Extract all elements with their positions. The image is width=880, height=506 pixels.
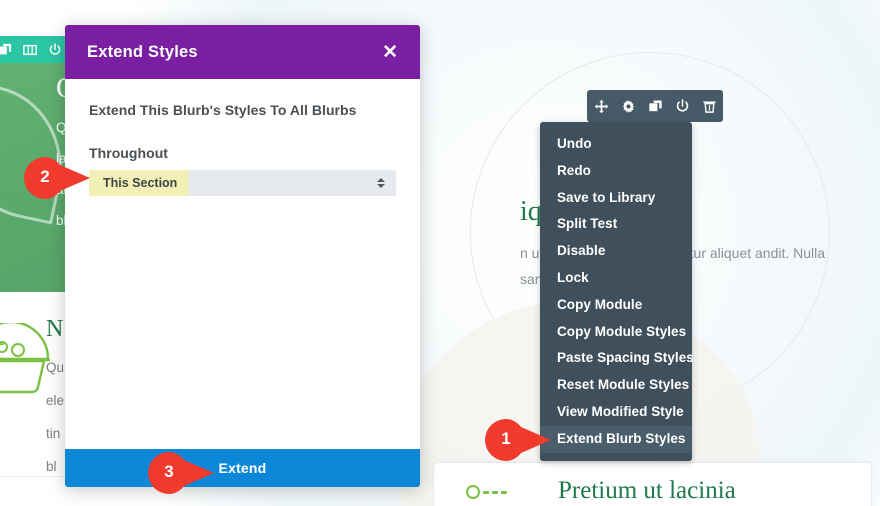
menu-item-extend-blurb-styles[interactable]: Extend Blurb Styles (540, 426, 692, 453)
screenshot-stage: Qu Qui lac amc blan (0, 0, 880, 506)
power-icon[interactable] (48, 43, 62, 57)
menu-item-save-to-library[interactable]: Save to Library (540, 185, 692, 212)
gear-icon[interactable] (621, 99, 636, 114)
trash-icon[interactable] (702, 99, 717, 114)
menu-item-split-test[interactable]: Split Test (540, 211, 692, 238)
chevron-updown-icon (377, 178, 385, 188)
bottom-blurb-card[interactable]: Pretium ut lacinia (433, 462, 872, 506)
menu-item-disable[interactable]: Disable (540, 238, 692, 265)
menu-item-redo[interactable]: Redo (540, 158, 692, 185)
module-hover-toolbar[interactable] (587, 90, 723, 122)
modal-body: Extend This Blurb's Styles To All Blurbs… (65, 79, 420, 449)
duplicate-icon[interactable] (0, 43, 12, 57)
menu-item-copy-module-styles[interactable]: Copy Module Styles (540, 319, 692, 346)
menu-item-paste-spacing-styles[interactable]: Paste Spacing Styles (540, 345, 692, 372)
extend-styles-modal: Extend Styles ✕ Extend This Blurb's Styl… (65, 25, 420, 487)
duplicate-icon[interactable] (648, 99, 663, 114)
move-icon[interactable] (594, 99, 609, 114)
menu-item-copy-module[interactable]: Copy Module (540, 292, 692, 319)
menu-item-view-modified-style[interactable]: View Modified Style (540, 399, 692, 426)
menu-item-undo[interactable]: Undo (540, 131, 692, 158)
bottom-card-title: Pretium ut lacinia (558, 477, 736, 505)
select-highlight: This Section (89, 170, 189, 196)
modal-description: Extend This Blurb's Styles To All Blurbs (89, 102, 396, 118)
close-icon[interactable]: ✕ (378, 41, 402, 64)
modal-title: Extend Styles (87, 43, 198, 62)
step-marker-3: 3 (146, 450, 220, 494)
step-marker-2-number: 2 (22, 155, 68, 199)
step-marker-3-number: 3 (146, 450, 192, 494)
columns-icon[interactable] (23, 43, 37, 57)
step-marker-1: 1 (483, 417, 557, 461)
step-marker-2: 2 (22, 155, 96, 199)
select-value: This Section (103, 176, 177, 190)
module-context-menu[interactable]: Undo Redo Save to Library Split Test Dis… (540, 122, 692, 461)
throughout-select[interactable]: This Section (89, 170, 396, 196)
throughout-label: Throughout (89, 145, 396, 161)
modal-header: Extend Styles ✕ (65, 25, 420, 79)
menu-item-lock[interactable]: Lock (540, 265, 692, 292)
extend-button[interactable]: Extend (65, 449, 420, 487)
extend-button-label: Extend (219, 460, 267, 476)
menu-item-reset-module-styles[interactable]: Reset Module Styles (540, 372, 692, 399)
power-icon[interactable] (675, 99, 690, 114)
section-toolbar[interactable] (0, 36, 70, 63)
step-marker-1-number: 1 (483, 417, 529, 461)
circle-dash-icon (466, 485, 507, 499)
lower-module-title: N (46, 317, 63, 341)
